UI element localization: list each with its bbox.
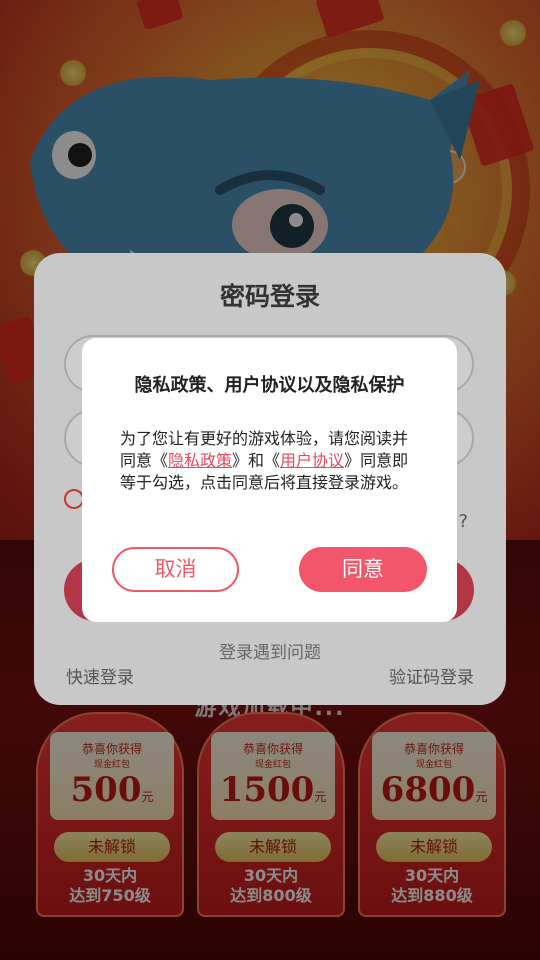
login-title: 密码登录 <box>219 282 320 311</box>
help-icon[interactable]: ? <box>458 511 468 532</box>
agree-button[interactable]: 同意 <box>299 547 427 592</box>
privacy-dialog-title: 隐私政策、用户协议以及隐私保护 <box>134 375 405 396</box>
privacy-dialog: 隐私政策、用户协议以及隐私保护 为了您让有更好的游戏体验，请您阅读并同意《隐私政… <box>82 338 457 622</box>
code-login-link[interactable]: 验证码登录 <box>389 663 474 688</box>
login-problem-link[interactable]: 登录遇到问题 <box>34 638 506 663</box>
agree-checkbox[interactable] <box>64 489 84 509</box>
privacy-dialog-body: 为了您让有更好的游戏体验，请您阅读并同意《隐私政策》和《用户协议》同意即等于勾选… <box>120 428 420 494</box>
quick-login-link[interactable]: 快速登录 <box>66 663 134 688</box>
privacy-policy-link[interactable]: 隐私政策 <box>168 451 232 470</box>
user-agreement-link[interactable]: 用户协议 <box>280 451 344 470</box>
body-text-mid: 》和《 <box>232 451 281 470</box>
cancel-button[interactable]: 取消 <box>112 547 239 592</box>
